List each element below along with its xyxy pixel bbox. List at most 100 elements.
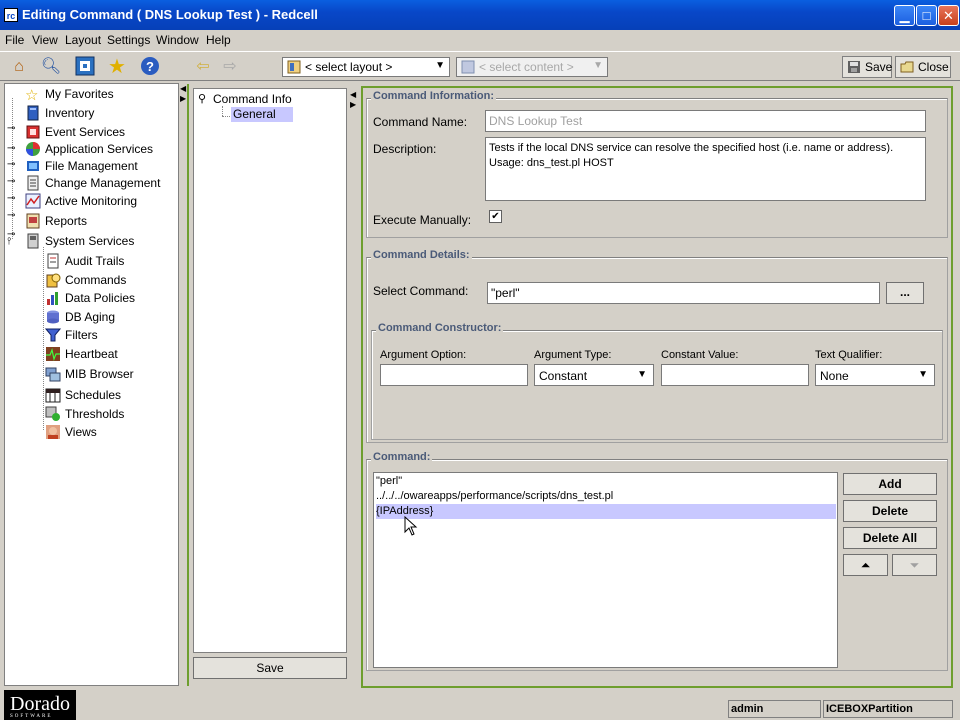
svg-text:?: ? (146, 59, 154, 74)
chevron-down-icon: ▼ (593, 60, 603, 71)
status-partition: ICEBOXPartition (823, 700, 953, 718)
argument-type-label: Argument Type: (534, 349, 612, 361)
layout-select-value: < select layout > (305, 60, 393, 74)
splitter-expand-icon[interactable]: ▶ (180, 94, 186, 103)
dorado-logo: Dorado SOFTWARE (4, 690, 76, 720)
mib-icon (45, 366, 61, 382)
constant-value-label: Constant Value: (661, 349, 739, 361)
close-window-button[interactable]: ✕ (938, 5, 959, 26)
collapse-handle-icon[interactable]: ⫯ (7, 237, 16, 247)
argument-type-value: Constant (539, 369, 588, 383)
splitter-collapse-icon[interactable]: ◀ (350, 90, 356, 99)
close-label: Close (918, 60, 949, 74)
chevron-down-icon: ▼ (637, 369, 647, 380)
list-item[interactable]: ../../../owareapps/performance/scripts/d… (376, 489, 836, 504)
tree-item-command-info[interactable]: Command Info (213, 92, 292, 106)
select-command-field[interactable]: "perl" (487, 282, 880, 304)
db-icon (45, 309, 61, 325)
floppy-icon (848, 61, 860, 73)
content-icon (461, 60, 475, 74)
home-icon[interactable]: ⌂ (8, 56, 30, 78)
close-icon: ✕ (943, 8, 954, 23)
description-field[interactable]: Tests if the local DNS service can resol… (485, 137, 926, 201)
panel-border (187, 84, 189, 686)
menu-file[interactable]: File (5, 33, 24, 47)
splitter-collapse-icon[interactable]: ◀ (180, 84, 186, 93)
maximize-button[interactable]: □ (916, 5, 937, 26)
search-icon[interactable]: 🔍︎ (40, 56, 62, 78)
threshold-icon (45, 406, 61, 422)
command-editor: Command Information: Command Name: DNS L… (361, 86, 953, 688)
title-bar: rc Editing Command ( DNS Lookup Test ) -… (0, 0, 960, 30)
command-information-group: Command Information: Command Name: DNS L… (366, 90, 948, 238)
delete-button[interactable]: Delete (843, 500, 937, 522)
content-select-value: < select content > (479, 60, 574, 74)
menu-settings[interactable]: Settings (107, 33, 150, 47)
save-button[interactable]: Save (842, 56, 892, 78)
commands-icon (45, 272, 61, 288)
add-button[interactable]: Add (843, 473, 937, 495)
back-arrow-icon[interactable]: ⇦ (192, 56, 214, 78)
menu-layout[interactable]: Layout (65, 33, 101, 47)
argument-option-label: Argument Option: (380, 349, 467, 361)
views-icon (45, 424, 61, 440)
navigator-icon[interactable] (74, 56, 96, 78)
argument-option-field[interactable] (380, 364, 528, 386)
pin-icon: ⚲ (198, 93, 207, 105)
up-arrow-icon: ⏶ (860, 558, 871, 572)
minimize-button[interactable]: ▁ (894, 5, 915, 26)
chevron-down-icon: ▼ (918, 369, 928, 380)
command-details-group: Command Details: Select Command: "perl" … (366, 249, 948, 443)
star-icon: ☆ (25, 87, 39, 104)
maximize-icon: □ (922, 8, 931, 23)
list-item[interactable]: {IPAddress} (376, 504, 836, 519)
expand-handle-icon[interactable]: ⊸ (7, 124, 16, 134)
policy-icon (45, 290, 61, 306)
browse-command-button[interactable]: ... (886, 282, 924, 304)
inventory-icon (25, 105, 41, 121)
app-icon: rc (4, 8, 18, 22)
favorites-star-icon[interactable]: ★ (106, 56, 128, 78)
layout-icon (287, 60, 301, 74)
tree-item-general[interactable]: General (231, 107, 293, 122)
move-down-button: ⏷ (892, 554, 937, 576)
expand-handle-icon[interactable]: ⊸ (7, 160, 16, 170)
folder-icon (900, 61, 914, 73)
expand-handle-icon[interactable]: ⊸ (7, 177, 16, 187)
menu-window[interactable]: Window (156, 33, 199, 47)
list-item[interactable]: "perl" (376, 474, 836, 489)
execute-manually-label: Execute Manually: (373, 213, 472, 227)
event-icon (25, 124, 41, 140)
command-sections-tree: ⚲ Command Info General (193, 88, 347, 653)
mouse-cursor-icon (404, 516, 418, 536)
layout-select[interactable]: < select layout > ▼ (282, 57, 450, 77)
menu-view[interactable]: View (32, 33, 58, 47)
constant-value-field[interactable] (661, 364, 809, 386)
application-icon (25, 141, 41, 157)
execute-manually-checkbox[interactable]: ✔ (489, 210, 502, 223)
heartbeat-icon (45, 346, 61, 362)
expand-handle-icon[interactable]: ⊸ (7, 194, 16, 204)
forward-arrow-icon: ⇨ (223, 58, 237, 75)
sections-save-button[interactable]: Save (193, 657, 347, 679)
move-up-button[interactable]: ⏶ (843, 554, 888, 576)
delete-all-button[interactable]: Delete All (843, 527, 937, 549)
command-line-list[interactable]: "perl" ../../../owareapps/performance/sc… (373, 472, 838, 668)
filter-icon (44, 327, 62, 343)
description-line: Tests if the local DNS service can resol… (489, 142, 894, 154)
description-label: Description: (373, 142, 437, 156)
navigation-tree: ☆ My Favorites Inventory Event Services … (4, 83, 179, 686)
menu-help[interactable]: Help (206, 33, 231, 47)
argument-type-select[interactable]: Constant ▼ (534, 364, 654, 386)
splitter-expand-icon[interactable]: ▶ (350, 100, 356, 109)
file-icon (25, 158, 41, 174)
help-icon[interactable]: ? (139, 56, 161, 78)
content-select: < select content > ▼ (456, 57, 608, 77)
text-qualifier-select[interactable]: None ▼ (815, 364, 935, 386)
command-name-field[interactable]: DNS Lookup Test (485, 110, 926, 132)
expand-handle-icon[interactable]: ⊸ (7, 211, 16, 221)
expand-handle-icon[interactable]: ⊸ (7, 144, 16, 154)
save-label: Save (865, 60, 893, 74)
text-qualifier-label: Text Qualifier: (815, 349, 883, 361)
close-button[interactable]: Close (895, 56, 951, 78)
